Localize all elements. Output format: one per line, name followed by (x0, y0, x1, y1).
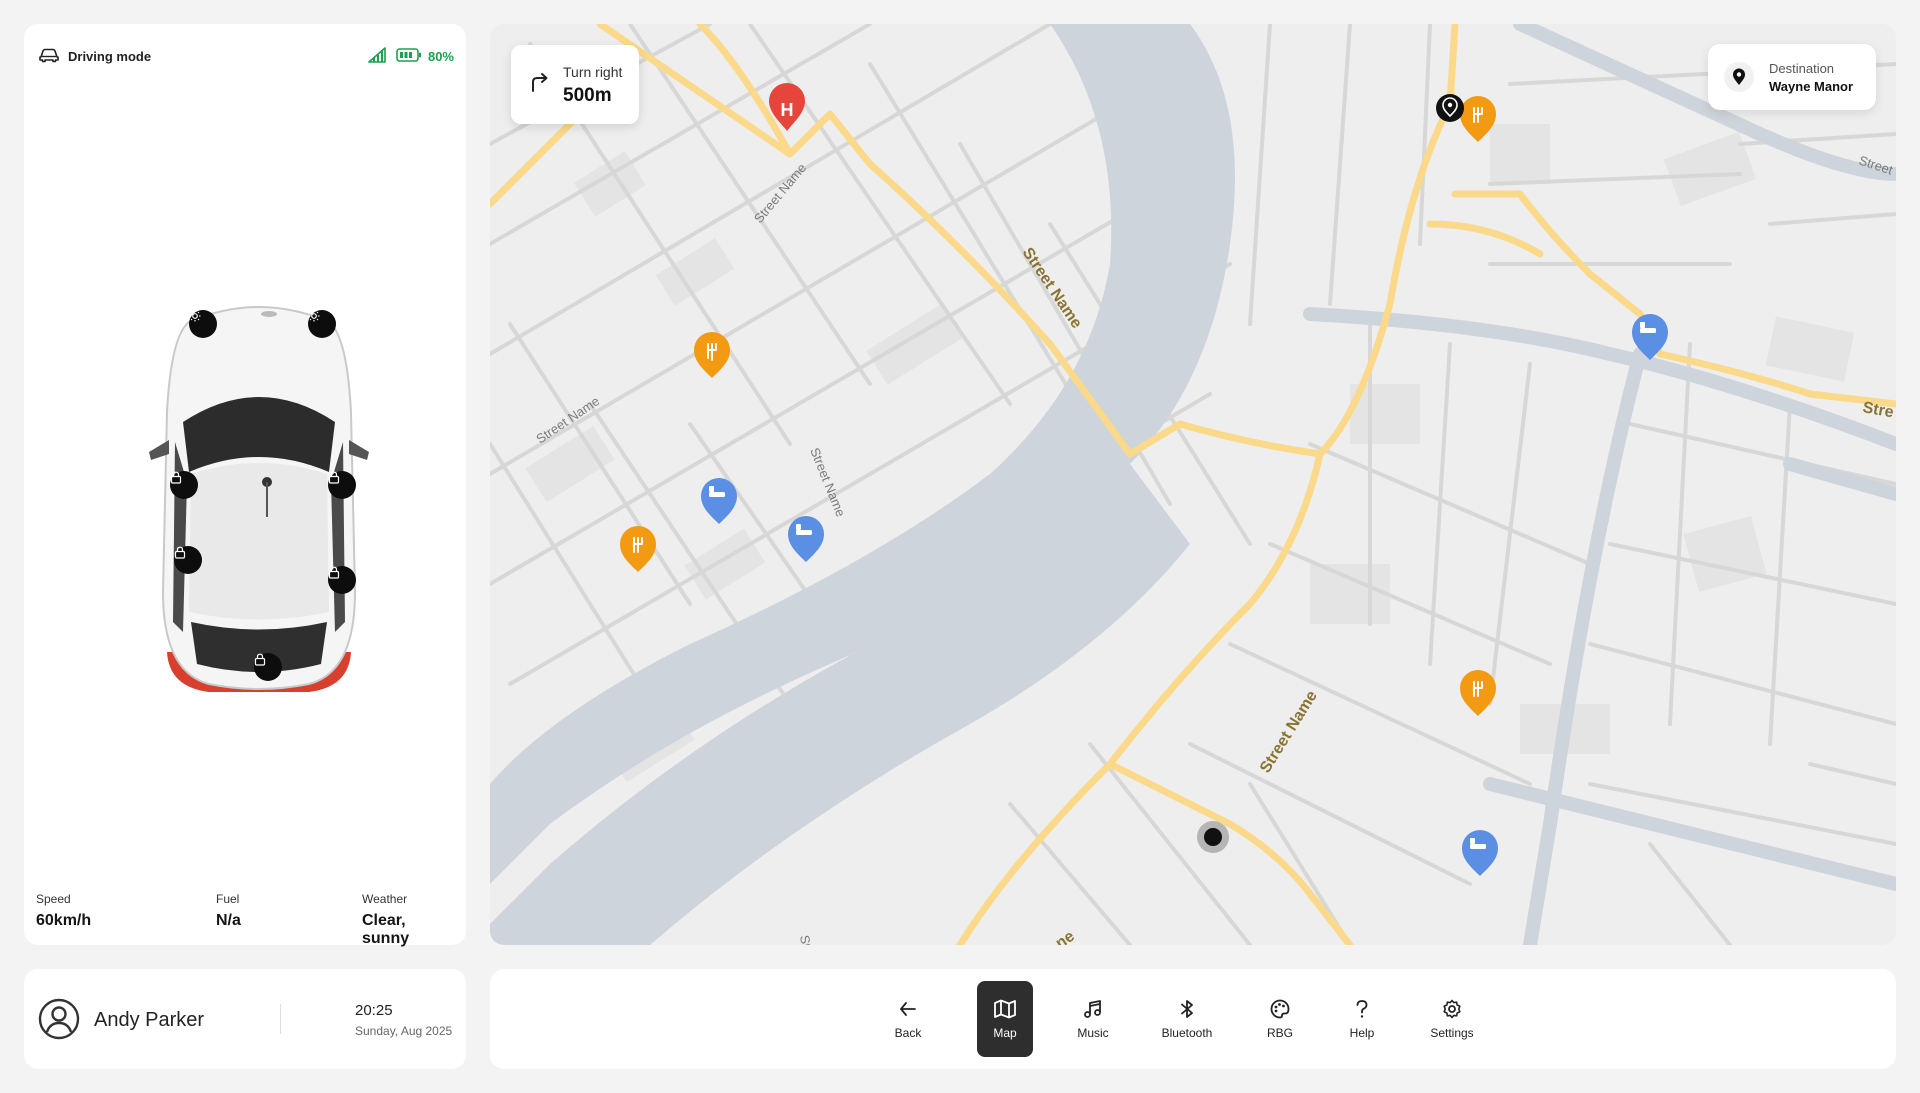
nav-music-label: Music (1077, 1025, 1109, 1040)
door-lock-front-left-icon[interactable] (170, 471, 198, 499)
destination-label: Destination (1769, 61, 1835, 76)
signal-icon (368, 46, 386, 66)
nav-rbg-button[interactable]: RBG (1252, 981, 1308, 1057)
street-label-partial: Str (797, 934, 815, 945)
car-icon (38, 47, 60, 66)
bluetooth-icon (1179, 999, 1195, 1022)
map-canvas[interactable]: Street Name Street Name Street Name Stre… (490, 24, 1896, 945)
svg-text:H: H (781, 100, 794, 120)
door-lock-rear-left-icon[interactable] (174, 546, 202, 574)
headlight-right-icon[interactable] (308, 310, 336, 338)
nav-settings-button[interactable]: Settings (1422, 981, 1482, 1057)
door-lock-rear-right-icon[interactable] (328, 566, 356, 594)
car-top-view (139, 292, 379, 712)
music-icon (1083, 999, 1103, 1022)
back-arrow-icon (898, 999, 918, 1022)
user-name: Andy Parker (94, 1009, 205, 1031)
turn-right-icon (529, 71, 551, 98)
user-card: Andy Parker 20:25 Sunday, Aug 2025 (24, 969, 466, 1069)
clock-time: 20:25 (355, 1002, 393, 1019)
nav-map-button[interactable]: Map (977, 981, 1033, 1057)
bottom-nav-bar: Back Map Music Bluetooth RBG Help Settin… (490, 969, 1896, 1069)
nav-music-button[interactable]: Music (1063, 981, 1123, 1057)
vehicle-panel: Driving mode 80% Speed 60km/h Fuel N/a W… (24, 24, 466, 947)
driving-mode-label: Driving mode (68, 48, 152, 64)
fuel-label: Fuel (216, 892, 240, 906)
nav-settings-label: Settings (1430, 1025, 1474, 1040)
weather-label: Weather (362, 892, 408, 906)
palette-icon (1270, 999, 1290, 1022)
vehicle-header: Driving mode 80% (38, 44, 454, 68)
user-avatar-icon[interactable] (38, 998, 80, 1045)
speed-value: 60km/h (36, 912, 92, 929)
location-pin-icon (1724, 62, 1754, 92)
weather-stat: Weather Clear, sunny (362, 892, 454, 948)
gear-icon (1442, 999, 1462, 1022)
vehicle-stats: Speed 60km/h Fuel N/a Weather Clear, sun… (36, 892, 454, 947)
current-location-marker (1197, 821, 1229, 853)
nav-map-label: Map (993, 1025, 1017, 1040)
turn-instruction-text: Turn right (563, 64, 623, 80)
driving-mode[interactable]: Driving mode (38, 47, 151, 66)
nav-bluetooth-label: Bluetooth (1161, 1025, 1213, 1040)
divider (280, 1004, 281, 1034)
nav-back-label: Back (894, 1025, 922, 1040)
vehicle-status: 80% (368, 46, 454, 66)
help-icon (1354, 999, 1370, 1022)
clock-date: Sunday, Aug 2025 (355, 1024, 453, 1038)
destination-marker[interactable] (1436, 94, 1464, 122)
nav-help-label: Help (1349, 1025, 1375, 1040)
door-lock-front-right-icon[interactable] (328, 471, 356, 499)
weather-value: Clear, sunny (362, 912, 410, 947)
nav-back-button[interactable]: Back (878, 981, 938, 1057)
map-icon (994, 999, 1016, 1022)
speed-label: Speed (36, 892, 71, 906)
map-view[interactable]: Street Name Street Name Street Name Stre… (490, 24, 1896, 945)
turn-instruction-card: Turn right 500m (511, 45, 639, 124)
car-illustration (149, 306, 369, 692)
headlight-left-icon[interactable] (189, 310, 217, 338)
nav-rbg-label: RBG (1266, 1025, 1293, 1040)
trunk-lock-icon[interactable] (254, 653, 282, 681)
fuel-stat: Fuel N/a (216, 892, 241, 930)
fuel-value: N/a (216, 912, 241, 929)
battery-percent: 80% (427, 48, 454, 64)
nav-bluetooth-button[interactable]: Bluetooth (1154, 981, 1220, 1057)
nav-help-button[interactable]: Help (1334, 981, 1390, 1057)
battery-indicator: 80% (396, 47, 454, 65)
destination-card[interactable]: Destination Wayne Manor (1708, 44, 1876, 110)
battery-icon (396, 47, 422, 65)
destination-name: Wayne Manor (1769, 79, 1854, 94)
turn-distance: 500m (563, 85, 612, 106)
speed-stat: Speed 60km/h (36, 892, 91, 930)
